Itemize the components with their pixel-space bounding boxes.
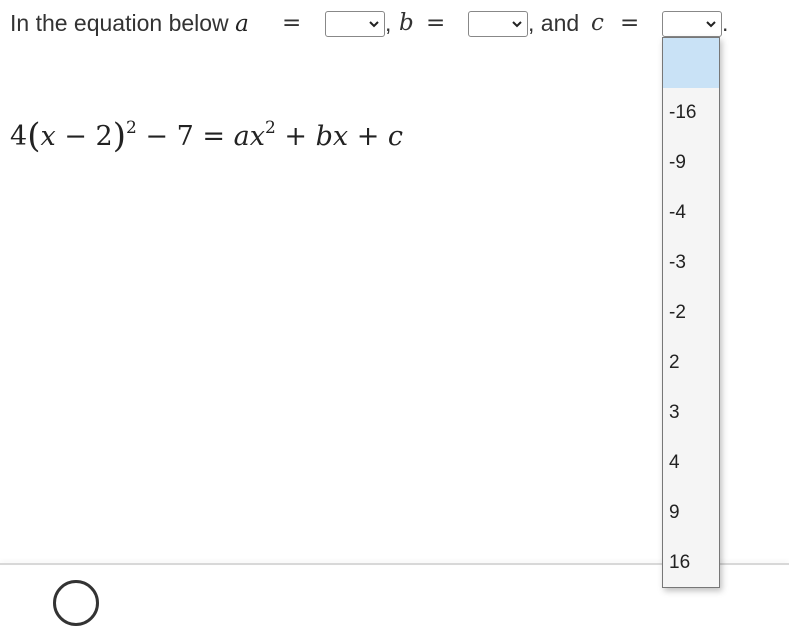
- eq-plus: +: [284, 121, 307, 152]
- dropdown-option[interactable]: -4: [663, 188, 719, 238]
- circle-button[interactable]: [53, 580, 99, 626]
- var-b: b: [399, 10, 414, 36]
- select-c-dropdown[interactable]: -16 -9 -4 -3 -2 2 3 4 9 16: [662, 37, 720, 588]
- dropdown-option[interactable]: -9: [663, 138, 719, 188]
- chevron-down-icon: [512, 21, 522, 28]
- dropdown-option[interactable]: -2: [663, 288, 719, 338]
- chevron-down-icon: [369, 21, 379, 28]
- equals-b: =: [426, 10, 446, 36]
- eq-rparen: ): [112, 116, 126, 156]
- eq-minus: −: [145, 121, 168, 152]
- var-c: c: [591, 10, 604, 36]
- eq-a: a: [233, 121, 250, 152]
- dropdown-option[interactable]: 4: [663, 438, 719, 488]
- eq-coef: 4: [10, 121, 28, 152]
- eq-equals: =: [202, 121, 225, 152]
- equation: 4(x − 2)2 − 7 = ax2 + bx + c: [10, 108, 403, 157]
- eq-b: b: [315, 121, 333, 152]
- chevron-down-icon: [706, 21, 716, 28]
- eq-two: 2: [95, 121, 113, 152]
- prompt-intro: In the equation below: [10, 10, 229, 36]
- eq-x: x: [40, 121, 56, 152]
- dropdown-option[interactable]: [663, 38, 719, 88]
- dropdown-option[interactable]: 2: [663, 338, 719, 388]
- eq-x: x: [249, 121, 265, 152]
- equals-c: =: [620, 10, 640, 36]
- eq-minus: −: [64, 121, 87, 152]
- period: .: [722, 10, 729, 36]
- select-a[interactable]: [325, 11, 385, 37]
- eq-lparen: (: [27, 116, 41, 156]
- comma-1: ,: [385, 10, 392, 36]
- dropdown-option[interactable]: 3: [663, 388, 719, 438]
- dropdown-option[interactable]: -16: [663, 88, 719, 138]
- dropdown-option[interactable]: 16: [663, 538, 719, 588]
- eq-exp: 2: [125, 118, 137, 138]
- eq-seven: 7: [176, 121, 194, 152]
- equals-a: =: [282, 10, 302, 36]
- select-c[interactable]: [662, 11, 722, 37]
- dropdown-option[interactable]: 9: [663, 488, 719, 538]
- eq-c: c: [387, 121, 404, 152]
- eq-plus: +: [356, 121, 380, 152]
- dropdown-option[interactable]: -3: [663, 238, 719, 288]
- eq-exp: 2: [264, 118, 276, 138]
- comma-and: , and: [528, 10, 580, 36]
- question-prompt: In the equation below a: [10, 8, 249, 39]
- eq-x: x: [332, 121, 349, 152]
- var-a: a: [235, 11, 249, 37]
- select-b[interactable]: [468, 11, 528, 37]
